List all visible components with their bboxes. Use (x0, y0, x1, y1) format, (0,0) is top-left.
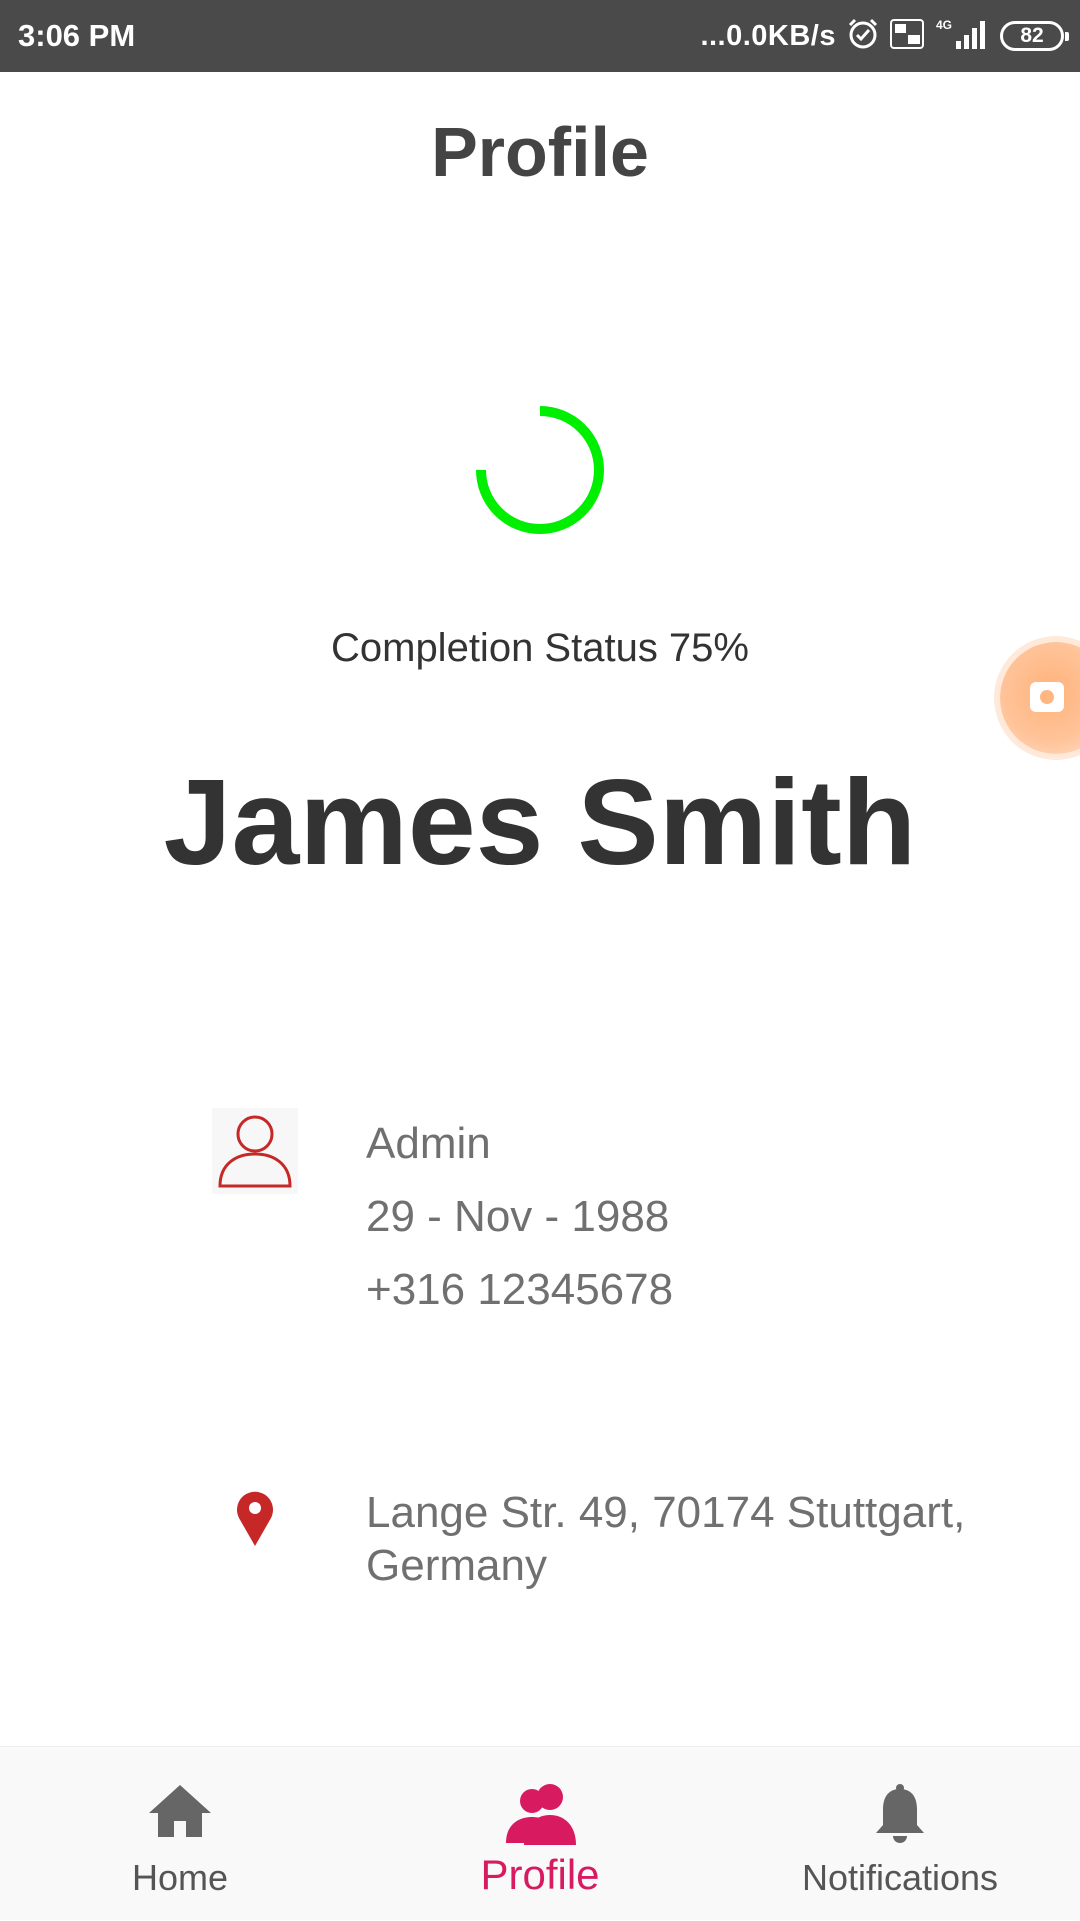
address-text: Lange Str. 49, 70174 Stuttgart, Germany (366, 1488, 966, 1590)
personal-info: Admin 29 - Nov - 1988 +316 12345678 (366, 1110, 673, 1329)
nav-label-home: Home (131, 1857, 229, 1898)
profile-icon (502, 1783, 578, 1852)
page-title: Profile (431, 113, 649, 191)
completion-status: Completion Status 75% (330, 626, 749, 670)
alarm-icon (846, 17, 880, 56)
birthdate-text: 29 - Nov - 1988 (366, 1192, 670, 1241)
nav-item-notifications[interactable]: Notifications (750, 1747, 1050, 1921)
profile-name: James Smith (163, 754, 917, 890)
signal-4g-icon: 4G (934, 17, 990, 56)
status-indicators: ...0.0KB/s 4G 82 (700, 0, 1069, 72)
completion-progress-ring (476, 406, 604, 534)
status-bar: 3:06 PM ...0.0KB/s 4G 82 (0, 0, 1080, 72)
svg-text:4G: 4G (936, 18, 952, 32)
network-speed: ...0.0KB/s (700, 19, 836, 52)
battery-icon: 82 (1000, 21, 1069, 51)
volte-icon (890, 18, 924, 54)
progress-arc (476, 406, 604, 534)
role-text: Admin (366, 1119, 491, 1168)
nav-item-profile[interactable]: Profile (390, 1747, 690, 1921)
user-icon (212, 1108, 298, 1194)
status-time: 3:06 PM (18, 18, 136, 53)
nav-label-notifications: Notifications (801, 1857, 999, 1898)
bottom-navigation: Home Profile Notifications (0, 1746, 1080, 1920)
nav-item-home[interactable]: Home (30, 1747, 330, 1921)
home-icon (147, 1783, 213, 1844)
bell-icon (873, 1783, 927, 1850)
camera-icon (1030, 682, 1064, 712)
nav-label-profile: Profile (480, 1851, 600, 1898)
location-pin-icon (234, 1488, 276, 1548)
phone-text: +316 12345678 (366, 1265, 674, 1314)
